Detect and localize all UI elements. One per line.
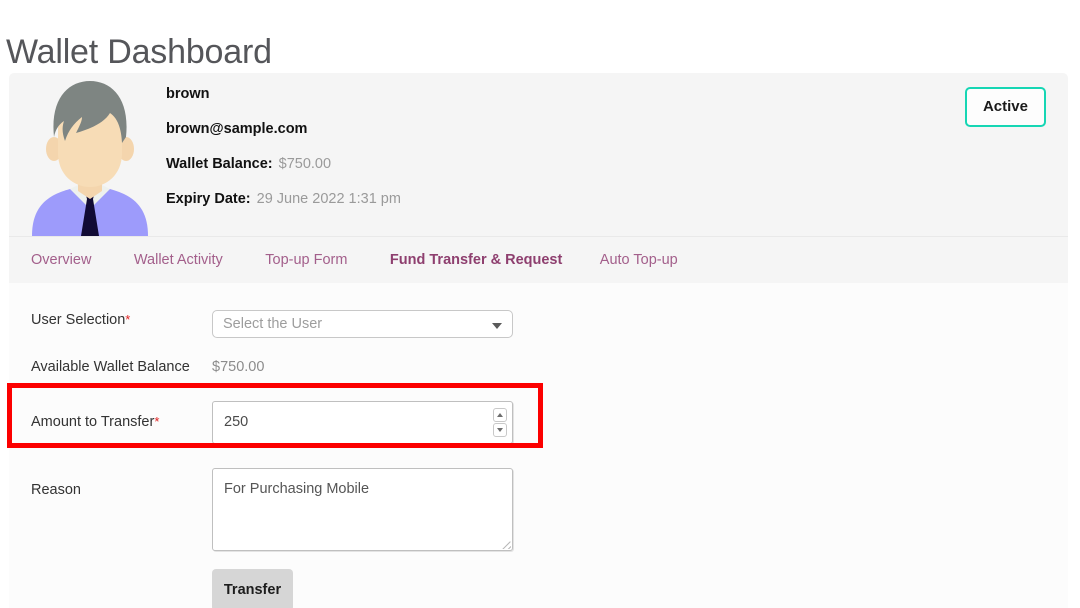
form-row-submit: Transfer xyxy=(9,569,1068,608)
tab-fund-transfer-and-request[interactable]: Fund Transfer & Request xyxy=(390,237,562,284)
user-avatar-illustration xyxy=(20,75,160,236)
page-title: Wallet Dashboard xyxy=(6,32,272,71)
reason-value: For Purchasing Mobile xyxy=(224,481,370,497)
expiry-date-value: 29 June 2022 1:31 pm xyxy=(256,191,401,207)
tab-auto-top-up[interactable]: Auto Top-up xyxy=(600,237,678,284)
chevron-down-icon[interactable] xyxy=(493,423,507,437)
reason-textarea[interactable]: For Purchasing Mobile xyxy=(212,468,513,551)
tab-overview[interactable]: Overview xyxy=(31,237,91,284)
form-row-user-selection: User Selection* Select the User xyxy=(9,310,1068,338)
form-row-available-balance: Available Wallet Balance $750.00 xyxy=(9,357,1068,377)
tab-top-up-form[interactable]: Top-up Form xyxy=(265,237,347,284)
amount-to-transfer-input[interactable]: 250 xyxy=(212,401,513,444)
avatar xyxy=(20,75,160,236)
chevron-up-icon[interactable] xyxy=(493,408,507,422)
resize-handle-icon[interactable] xyxy=(501,539,511,549)
tab-bar: Overview Wallet Activity Top-up Form Fun… xyxy=(9,236,1068,283)
profile-email: brown@sample.com xyxy=(166,121,308,137)
required-asterisk: * xyxy=(125,312,131,327)
wallet-balance-label: Wallet Balance: xyxy=(166,156,273,172)
user-selection-placeholder: Select the User xyxy=(223,316,323,332)
tab-wallet-activity[interactable]: Wallet Activity xyxy=(134,237,223,284)
amount-to-transfer-value: 250 xyxy=(224,414,249,430)
wallet-balance-value: $750.00 xyxy=(278,156,332,172)
profile-info: brown brown@sample.com Wallet Balance: $7… xyxy=(166,86,401,207)
chevron-down-icon xyxy=(492,323,502,329)
profile-username: brown xyxy=(166,86,210,102)
status-badge: Active xyxy=(964,87,1046,127)
expiry-date-row: Expiry Date: 29 June 2022 1:31 pm xyxy=(166,191,401,207)
fund-transfer-form: User Selection* Select the User Availabl… xyxy=(9,283,1068,608)
transfer-button[interactable]: Transfer xyxy=(212,569,293,608)
wallet-card: brown brown@sample.com Wallet Balance: $7… xyxy=(9,73,1068,608)
available-balance-label: Available Wallet Balance xyxy=(31,359,190,375)
reason-label: Reason xyxy=(31,482,81,498)
required-asterisk: * xyxy=(154,414,160,429)
amount-to-transfer-label: Amount to Transfer* xyxy=(31,414,160,430)
wallet-balance-row: Wallet Balance: $750.00 xyxy=(166,156,401,172)
amount-stepper[interactable] xyxy=(493,408,507,437)
user-selection-label: User Selection* xyxy=(31,312,131,328)
user-selection-select[interactable]: Select the User xyxy=(212,310,513,338)
profile-header: brown brown@sample.com Wallet Balance: $7… xyxy=(9,73,1068,236)
expiry-date-label: Expiry Date: xyxy=(166,191,251,207)
available-balance-value: $750.00 xyxy=(212,359,265,375)
form-row-reason: Reason For Purchasing Mobile xyxy=(9,468,1068,551)
form-row-amount-to-transfer: Amount to Transfer* 250 xyxy=(9,401,1068,444)
